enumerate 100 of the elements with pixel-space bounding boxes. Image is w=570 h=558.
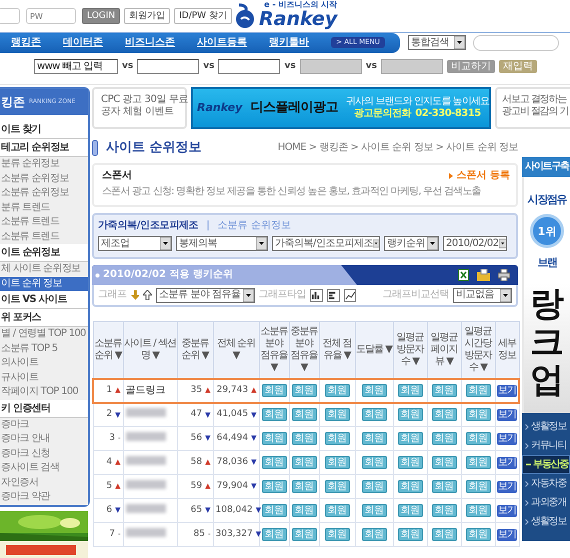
members-only-button[interactable]: 회원 xyxy=(398,384,422,396)
up-arrow-icon[interactable] xyxy=(143,290,152,300)
members-only-button[interactable]: 회원 xyxy=(292,480,316,492)
sidebar-item[interactable]: 의사이트 xyxy=(0,356,88,370)
members-only-button[interactable]: 회원 xyxy=(432,456,456,468)
sidebar-item[interactable]: 이트 순위 정보 xyxy=(0,276,88,291)
members-only-button[interactable]: 회원 xyxy=(324,528,350,540)
sidebar-heading[interactable]: 이트 찾기 xyxy=(0,121,88,139)
sidebar-item[interactable]: 체 사이트 순위정보 xyxy=(0,262,88,276)
compare-button[interactable]: 비교하기 xyxy=(446,60,495,73)
sidebar-item[interactable]: 작페이지 TOP 100 xyxy=(0,385,88,400)
graph-metric-dropdown[interactable]: 소분류 분야 점유율 xyxy=(156,288,255,302)
panel-menu-item[interactable]: 생활정보 xyxy=(522,417,570,436)
column-header[interactable]: 전체 순위 ▼ xyxy=(213,322,259,378)
spreadsheet-icon[interactable] xyxy=(458,269,469,281)
column-header[interactable]: 중분류 분야 점유율 ▼ xyxy=(289,322,319,378)
sidebar-item[interactable]: 소분류 순위정보 xyxy=(0,172,88,186)
members-only-button[interactable]: 회원 xyxy=(262,480,286,492)
members-only-button[interactable]: 회원 xyxy=(324,408,350,421)
bar-chart-icon[interactable] xyxy=(310,288,323,302)
members-only-button[interactable]: 회원 xyxy=(292,456,316,468)
sidebar-item[interactable]: 소분류 트렌드 xyxy=(0,215,88,230)
dropdown-arrow-icon[interactable] xyxy=(242,288,254,302)
sidebar-item[interactable]: 증마크 신청 xyxy=(0,446,88,461)
members-only-button[interactable]: 회원 xyxy=(262,408,286,421)
members-only-button[interactable]: 회원 xyxy=(324,480,350,492)
sidebar-item[interactable]: 증사이트 검색 xyxy=(0,461,88,476)
column-header[interactable]: 일평균 페이지뷰 ▼ xyxy=(427,322,461,378)
members-only-button[interactable]: 회원 xyxy=(324,456,350,468)
search-scope-dropdown[interactable]: 통합검색 xyxy=(408,35,466,50)
members-only-button[interactable]: 회원 xyxy=(262,504,286,516)
column-header[interactable]: 사이트 / 섹션 명 ▼ xyxy=(123,322,177,378)
column-header[interactable]: 일평균 시간당 방문자 수 ▼ xyxy=(461,322,495,378)
logo-text[interactable]: Rankey xyxy=(259,10,338,29)
dropdown-arrow-icon[interactable] xyxy=(498,237,506,250)
column-header[interactable]: 중분류 순위 ▼ xyxy=(177,322,213,378)
promo-banner[interactable]: CPC 광고 30일 무료 공자 체험 이벤트 xyxy=(92,87,187,129)
members-only-button[interactable]: 회원 xyxy=(398,504,422,516)
header-button[interactable]: 회원가입 xyxy=(124,8,170,24)
members-only-button[interactable]: 회원 xyxy=(432,480,456,492)
column-header[interactable]: 세부 정보 xyxy=(495,322,519,378)
password-field[interactable]: PW xyxy=(26,8,76,24)
compare-field[interactable]: www 빼고 입력 xyxy=(34,59,118,74)
members-only-button[interactable]: 회원 xyxy=(262,456,286,468)
panel-menu-item[interactable]: 커뮤니티 xyxy=(522,436,570,455)
printer-icon[interactable] xyxy=(498,269,510,281)
members-only-button[interactable]: 회원 xyxy=(432,408,456,421)
members-only-button[interactable]: 회원 xyxy=(466,480,490,492)
members-only-button[interactable]: 회원 xyxy=(466,504,490,516)
panel-menu-item[interactable]: 생활정보 xyxy=(522,512,570,531)
logo-icon[interactable] xyxy=(235,2,255,29)
header-button[interactable]: ID/PW 찾기 xyxy=(174,8,232,24)
line-chart-icon[interactable] xyxy=(344,288,356,302)
promo-banner[interactable]: 서보고 결정하는 광고비 절감의 기 xyxy=(495,87,570,129)
sidebar-item[interactable]: 자인증서 xyxy=(0,476,88,490)
view-button[interactable]: 보기 xyxy=(497,480,517,492)
sidebar-heading[interactable]: 키 인증센터 xyxy=(0,400,88,418)
filter-dropdown[interactable]: 가죽의복/인조모피제조 xyxy=(272,236,380,251)
sidebar-heading[interactable]: 테고리 순위정보 xyxy=(0,139,88,157)
sidebar-item[interactable]: 증마크 xyxy=(0,418,88,432)
dropdown-arrow-icon[interactable] xyxy=(160,237,171,250)
members-only-button[interactable]: 회원 xyxy=(292,432,316,444)
sidebar-item[interactable]: 증마크 약관 xyxy=(0,490,88,504)
subcategory-link[interactable]: 소분류 순위정보 xyxy=(218,220,291,232)
login-button[interactable]: LOGIN xyxy=(82,8,120,24)
members-only-button[interactable]: 회원 xyxy=(262,432,286,444)
members-only-button[interactable]: 회원 xyxy=(466,456,490,468)
horizontal-bar-chart-icon[interactable] xyxy=(326,288,340,302)
view-button[interactable]: 보기 xyxy=(497,504,517,516)
nav-link[interactable]: 데이터존 xyxy=(63,36,104,48)
folder-icon[interactable] xyxy=(477,269,490,281)
filter-dropdown[interactable]: 봉제의복 xyxy=(176,236,268,251)
members-only-button[interactable]: 회원 xyxy=(324,432,350,444)
view-button[interactable]: 보기 xyxy=(497,432,517,444)
members-only-button[interactable]: 회원 xyxy=(362,528,386,540)
members-only-button[interactable]: 회원 xyxy=(324,384,350,396)
sidebar-heading[interactable]: 위 포커스 xyxy=(0,309,88,327)
sidebar-heading[interactable]: 이트 순위정보 xyxy=(0,244,88,262)
nav-link[interactable]: 랭킹존 xyxy=(11,36,42,48)
filter-dropdown[interactable]: 2010/02/02 xyxy=(443,236,507,251)
id-field[interactable] xyxy=(0,8,20,24)
members-only-button[interactable]: 회원 xyxy=(324,504,350,516)
dropdown-arrow-icon[interactable] xyxy=(256,237,267,250)
sidebar-item[interactable]: 별 / 연령별 TOP 100 xyxy=(0,327,88,342)
members-only-button[interactable]: 회원 xyxy=(362,432,386,444)
column-header[interactable]: 도달률 ▼ xyxy=(355,322,393,378)
members-only-button[interactable]: 회원 xyxy=(398,408,422,421)
members-only-button[interactable]: 회원 xyxy=(398,528,422,540)
members-only-button[interactable]: 회원 xyxy=(466,432,490,444)
view-button[interactable]: 보기 xyxy=(497,408,517,421)
members-only-button[interactable]: 회원 xyxy=(292,408,316,421)
sidebar-heading[interactable]: 이트 VS 사이트 xyxy=(0,291,88,309)
dropdown-arrow-icon[interactable] xyxy=(427,237,438,250)
members-only-button[interactable]: 회원 xyxy=(466,408,490,421)
members-only-button[interactable]: 회원 xyxy=(466,384,490,396)
members-only-button[interactable]: 회원 xyxy=(466,528,490,540)
panel-menu-item[interactable]: 부동산중 xyxy=(522,455,570,474)
members-only-button[interactable]: 회원 xyxy=(362,504,386,516)
panel-menu-item[interactable]: 자동차중 xyxy=(522,474,570,493)
members-only-button[interactable]: 회원 xyxy=(262,528,286,540)
